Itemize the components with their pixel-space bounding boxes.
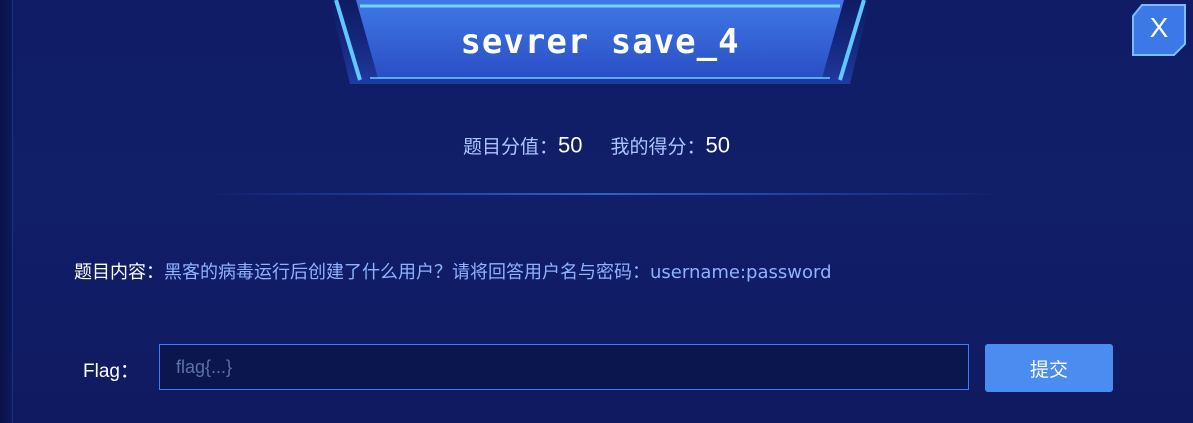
submit-button[interactable]: 提交 [985,344,1113,392]
points-value: 50 [558,132,583,158]
flag-input[interactable] [159,344,969,390]
my-score-value: 50 [705,132,730,158]
divider [200,193,1010,195]
close-label: X [1149,12,1169,43]
question-label: 题目内容： [74,262,164,283]
challenge-dialog: sevrer save_4 X 题目分值：50 我的得分：50 题目内容：黑客的病… [0,0,1193,423]
question-text: 黑客的病毒运行后创建了什么用户？请将回答用户名与密码：username:pass… [164,262,832,283]
question-content: 题目内容：黑客的病毒运行后创建了什么用户？请将回答用户名与密码：username… [74,258,1134,284]
points-label: 题目分值： [463,136,559,158]
dialog-title: sevrer save_4 [460,22,740,62]
score-row: 题目分值：50 我的得分：50 [0,132,1193,159]
title-banner: sevrer save_4 [330,0,870,84]
my-score-label: 我的得分： [610,136,706,158]
close-button[interactable]: X [1132,4,1186,56]
flag-label: Flag： [83,361,139,382]
background-page-edge [0,0,13,423]
